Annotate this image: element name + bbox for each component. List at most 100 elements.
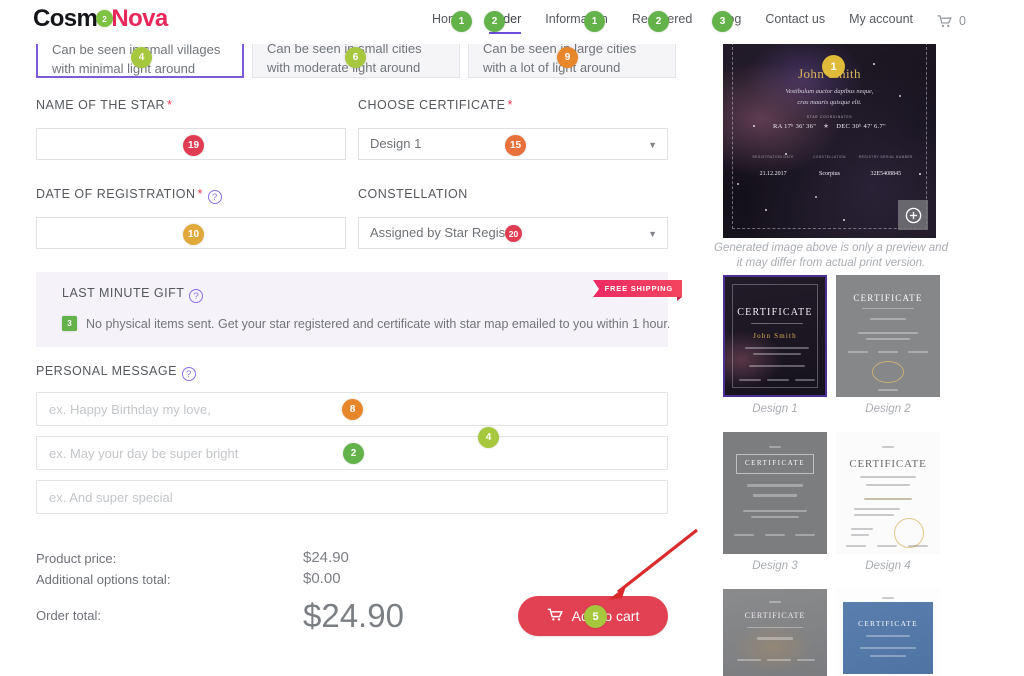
annotation-badge-nav-blog: 3 xyxy=(712,11,733,32)
annotation-badge-pollution-1: 4 xyxy=(131,47,152,68)
date-registration-label-text: DATE OF REGISTRATION xyxy=(36,187,196,201)
certificate-coords-label: STAR COORDINATES xyxy=(806,115,853,119)
zoom-in-icon[interactable] xyxy=(898,200,928,230)
design-thumb-5[interactable]: CERTIFICATE xyxy=(723,589,827,676)
thumb-title: CERTIFICATE xyxy=(737,307,813,318)
certificate-meta-serial: REGISTRY SERIAL NUMBER 32E5408845 xyxy=(858,155,914,180)
free-shipping-ribbon: FREE SHIPPING xyxy=(592,280,683,301)
annotation-badge-certificate: 15 xyxy=(505,135,526,156)
meta-key: CONSTELLATION xyxy=(813,155,846,159)
chevron-down-icon: ▼ xyxy=(648,229,657,239)
constellation-selected-value: Assigned by Star Register xyxy=(370,225,521,240)
design-thumb-6[interactable]: CERTIFICATE xyxy=(836,589,940,676)
annotation-badge-message-extra: 4 xyxy=(478,427,499,448)
design-thumb-caption-4: Design 4 xyxy=(865,560,911,572)
thumb-title: CERTIFICATE xyxy=(853,293,923,303)
annotation-badge-constellation: 20 xyxy=(505,225,522,242)
product-price-label: Product price: xyxy=(36,551,117,566)
thumb-inner-panel xyxy=(843,602,933,674)
personal-message-line-3[interactable] xyxy=(36,480,668,514)
additional-options-value: $0.00 xyxy=(303,570,341,587)
required-marker: * xyxy=(507,98,513,112)
star-name-label-text: NAME OF THE STAR xyxy=(36,98,166,112)
design-thumb-1[interactable]: CERTIFICATE John Smith xyxy=(723,275,827,397)
help-icon-message[interactable]: ? xyxy=(181,367,196,381)
annotation-badge-pollution-3: 9 xyxy=(557,47,578,68)
design-thumb-cell-5: CERTIFICATE xyxy=(723,589,827,676)
design-thumb-cell-1: CERTIFICATE John Smith Design 1 xyxy=(723,275,827,415)
page-root: CosmoNova 2 Home Order Information Regis… xyxy=(0,0,1024,676)
help-icon-date[interactable]: ? xyxy=(207,190,222,204)
annotation-badge-nav-information: 1 xyxy=(584,11,605,32)
thumb-title: CERTIFICATE xyxy=(744,611,806,620)
design-thumb-3[interactable]: CERTIFICATE xyxy=(723,432,827,554)
meta-value: Scorpius xyxy=(818,171,840,177)
design-thumb-4[interactable]: CERTIFICATE xyxy=(836,432,940,554)
required-marker: * xyxy=(167,98,173,112)
annotation-badge-nav-registered: 2 xyxy=(648,11,669,32)
order-total-label: Order total: xyxy=(36,608,102,623)
design-thumb-2[interactable]: CERTIFICATE xyxy=(836,275,940,397)
constellation-label-text: CONSTELLATION xyxy=(358,187,468,201)
thumb-title: CERTIFICATE xyxy=(858,619,918,628)
annotation-badge-pollution-2: 6 xyxy=(345,47,366,68)
meta-value: 21.12.2017 xyxy=(759,171,787,177)
certificate-meta-date: REGISTRATION DATE 21.12.2017 xyxy=(745,155,801,180)
annotation-badge-star-name: 19 xyxy=(183,135,204,156)
help-icon-gift[interactable]: ? xyxy=(189,289,204,303)
nav-item-my-account[interactable]: My account xyxy=(849,12,913,30)
design-thumb-cell-6: CERTIFICATE xyxy=(836,589,940,676)
certificate-selected-value: Design 1 xyxy=(370,136,422,151)
annotation-badge-date: 10 xyxy=(183,224,204,245)
last-minute-gift-panel: LAST MINUTE GIFT? No physical items sent… xyxy=(36,272,683,347)
certificate-coordinates: RA 17ʰ 36' 36" ★ DEC 30ʰ 47' 6.7" xyxy=(723,122,936,130)
preview-sidebar: THE CERTIFICATE PROVES THAT THE STAR NAM… xyxy=(707,0,1024,676)
order-total-value: $24.90 xyxy=(303,597,404,634)
gift-title: LAST MINUTE GIFT? xyxy=(62,286,204,303)
required-marker: * xyxy=(197,187,203,201)
preview-disclaimer: Generated image above is only a preview … xyxy=(714,242,948,269)
cart-count: 0 xyxy=(959,14,966,28)
meta-key: REGISTRATION DATE xyxy=(752,155,794,159)
certificate-ra: RA 17ʰ 36' 36" xyxy=(772,123,817,130)
annotation-badge-message-2: 2 xyxy=(343,443,364,464)
design-thumb-cell-3: CERTIFICATE Design 3 xyxy=(723,432,827,572)
meta-value: 32E5408845 xyxy=(870,171,902,177)
design-thumb-caption-2: Design 2 xyxy=(865,403,911,415)
site-header: CosmoNova 2 Home Order Information Regis… xyxy=(0,0,1024,44)
nav-item-contact-us[interactable]: Contact us xyxy=(765,12,825,30)
certificate-dec: DEC 30ʰ 47' 6.7" xyxy=(836,123,887,130)
thumb-title: CERTIFICATE xyxy=(744,459,806,467)
annotation-badge-message-1: 8 xyxy=(342,399,363,420)
design-thumb-cell-4: CERTIFICATE Design 4 xyxy=(836,432,940,572)
design-thumb-cell-2: CERTIFICATE Design 2 xyxy=(836,275,940,415)
shopping-cart-icon xyxy=(547,608,563,625)
gift-title-text: LAST MINUTE GIFT xyxy=(62,286,185,300)
cart-link[interactable]: 0 xyxy=(937,14,966,28)
annotation-badge-nav-order: 2 xyxy=(484,11,505,32)
constellation-label: CONSTELLATION xyxy=(358,187,468,201)
certificate-label-text: CHOOSE CERTIFICATE xyxy=(358,98,506,112)
main-navigation: Home Order Information Registered Blog C… xyxy=(432,12,966,34)
annotation-badge-preview: 1 xyxy=(822,55,845,78)
personal-message-label: PERSONAL MESSAGE? xyxy=(36,364,196,381)
certificate-meta-row: REGISTRATION DATE 21.12.2017 CONSTELLATI… xyxy=(745,155,914,180)
star-name-label: NAME OF THE STAR * xyxy=(36,98,172,112)
date-registration-label: DATE OF REGISTRATION *? xyxy=(36,187,222,204)
product-price-value: $24.90 xyxy=(303,549,349,566)
certificate-label: CHOOSE CERTIFICATE * xyxy=(358,98,513,112)
design-thumb-caption-3: Design 3 xyxy=(752,560,798,572)
certificate-subtitle: Vestibulum auctor dapibus neque, cras ma… xyxy=(785,88,874,106)
design-thumb-caption-1: Design 1 xyxy=(752,403,798,415)
annotation-badge-gift-checkbox: 3 xyxy=(62,316,77,331)
annotation-badge-logo: 2 xyxy=(96,10,113,27)
gift-description: No physical items sent. Get your star re… xyxy=(86,316,671,331)
shopping-cart-icon xyxy=(937,14,952,28)
personal-message-label-text: PERSONAL MESSAGE xyxy=(36,364,177,378)
certificate-meta-constellation: CONSTELLATION Scorpius xyxy=(801,155,857,180)
additional-options-label: Additional options total: xyxy=(36,572,171,587)
thumb-name: John Smith xyxy=(753,332,797,340)
meta-key: REGISTRY SERIAL NUMBER xyxy=(858,155,913,159)
coords-separator: ★ xyxy=(823,123,830,130)
gift-checkbox-row: No physical items sent. Get your star re… xyxy=(62,316,670,331)
